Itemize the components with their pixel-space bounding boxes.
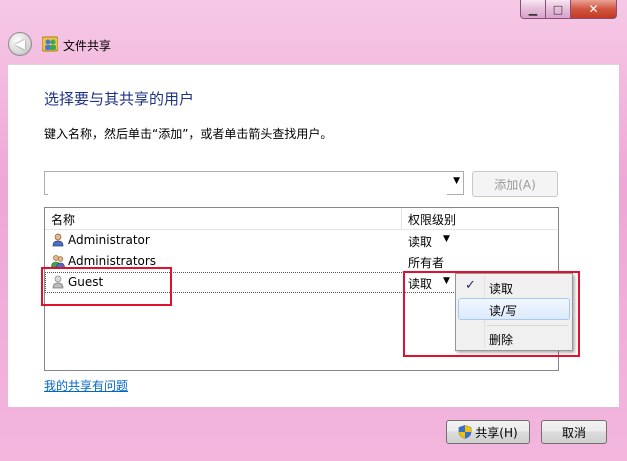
add-button[interactable]: 添加(A)	[472, 171, 558, 197]
back-button[interactable]: ◀	[8, 32, 32, 56]
highlight-box-guest	[41, 267, 172, 306]
user-icon	[52, 233, 64, 247]
cancel-button[interactable]: 取消	[541, 420, 607, 444]
chevron-down-icon[interactable]: ▼	[443, 234, 450, 244]
page-heading: 选择要与其共享的用户	[44, 90, 195, 108]
user-name: Administrator	[68, 233, 150, 247]
highlight-box-menu	[403, 271, 580, 357]
list-item[interactable]: Administrator 读取 ▼	[45, 230, 558, 251]
close-button[interactable]: ✕	[571, 0, 617, 19]
permission-level[interactable]: 读取	[408, 233, 432, 250]
user-name-input[interactable]	[48, 173, 447, 195]
column-header-permission[interactable]: 权限级别	[408, 211, 456, 228]
minimize-icon: ▁	[528, 2, 538, 16]
column-divider[interactable]	[401, 208, 402, 229]
back-arrow-icon: ◀	[15, 36, 25, 52]
instruction-text: 键入名称，然后单击“添加”，或者单击箭头查找用户。	[44, 127, 333, 141]
chevron-down-icon[interactable]: ▼	[453, 176, 460, 186]
permission-level: 所有者	[408, 256, 445, 270]
minimize-button[interactable]: ▁	[520, 0, 546, 19]
window-frame: ▁ □ ✕ ◀ 文件共享 选择要与其共享的用户 键入名称，然后单击“添加”，或者…	[0, 0, 627, 461]
share-button[interactable]: 共享(H)	[446, 420, 530, 444]
group-icon	[51, 255, 65, 268]
maximize-button[interactable]: □	[546, 0, 571, 19]
footer: 共享(H) 取消	[0, 406, 627, 461]
column-header-name[interactable]: 名称	[51, 211, 75, 228]
help-link[interactable]: 我的共享有问题	[44, 377, 128, 394]
user-name-combobox[interactable]: ▼	[44, 171, 464, 195]
shield-icon	[458, 425, 472, 439]
user-name: Administrators	[68, 254, 157, 268]
close-icon: ✕	[588, 2, 599, 16]
list-header: 名称 权限级别	[45, 208, 558, 230]
share-button-label: 共享(H)	[475, 425, 518, 440]
shared-users-icon	[42, 36, 58, 52]
maximize-icon: □	[552, 2, 564, 16]
caption-buttons: ▁ □ ✕	[520, 0, 617, 20]
window-title: 文件共享	[63, 39, 112, 53]
